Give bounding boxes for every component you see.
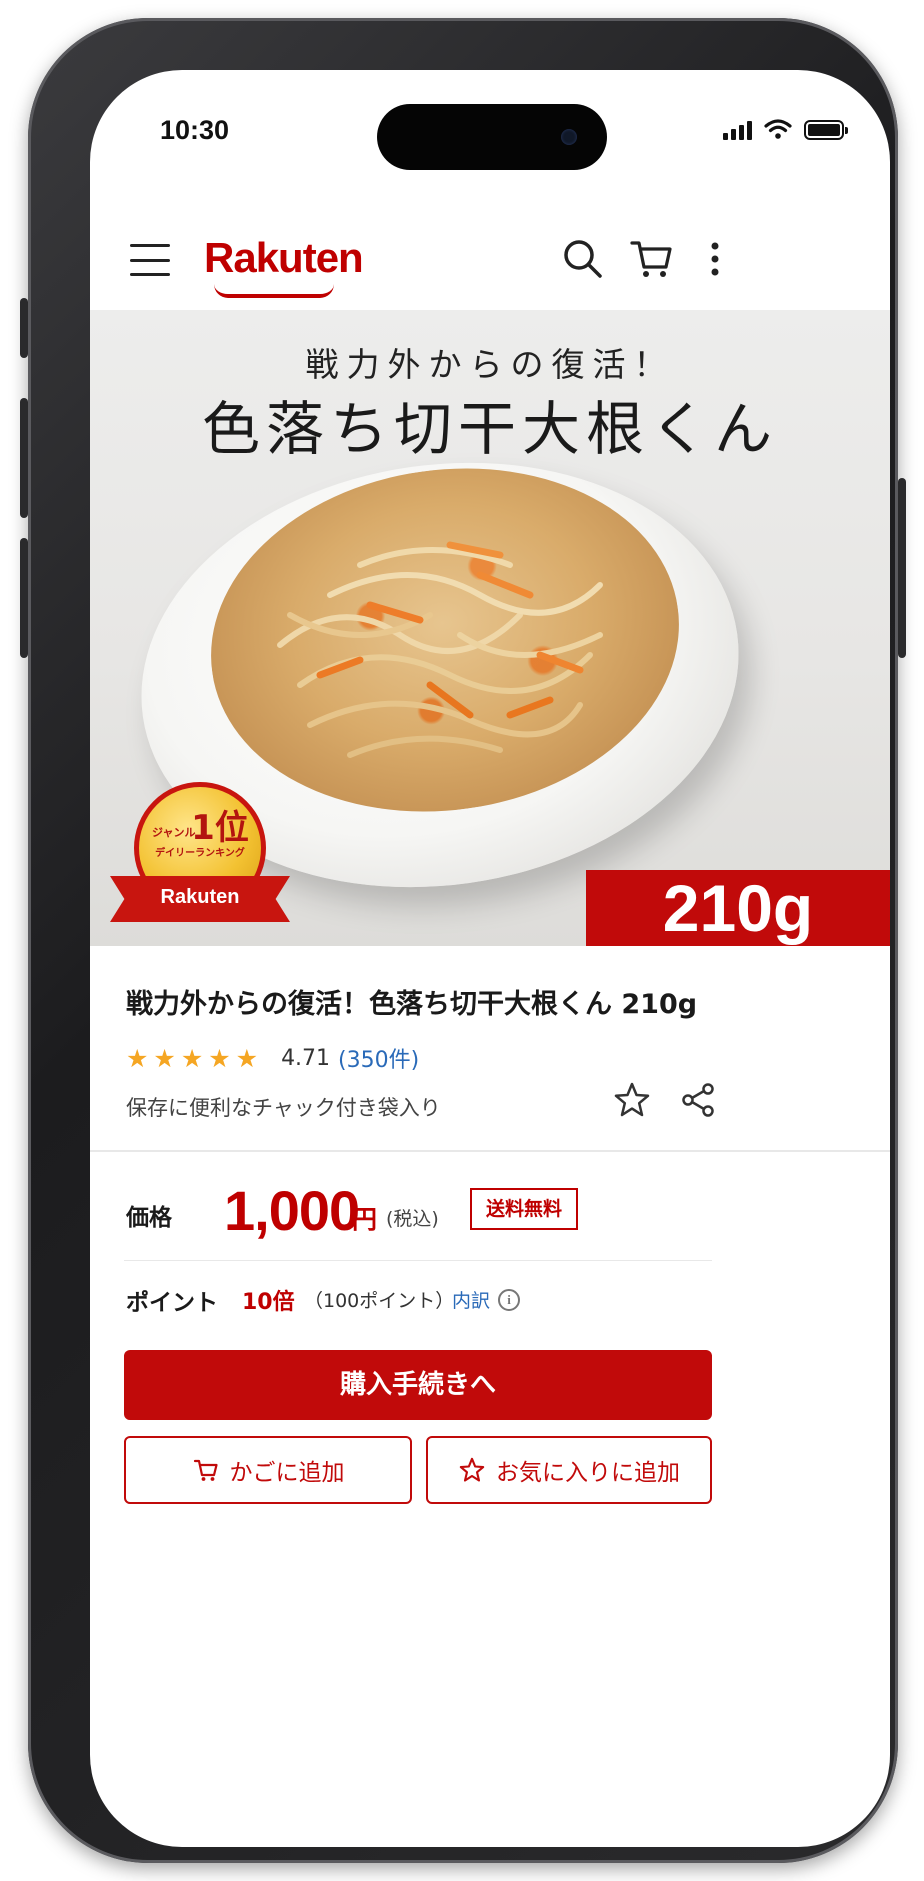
badge-ranking: デイリーランキング [155,848,245,859]
hero-title: 色落ち切干大根くん [201,395,778,463]
add-to-cart-button[interactable]: かごに追加 [124,1436,412,1504]
favorite-star-icon[interactable] [612,1080,652,1120]
cart-icon[interactable] [626,234,676,284]
share-icon[interactable] [678,1080,718,1120]
rakuten-logo[interactable]: Rakuten [204,234,364,282]
badge-rank: 1位 [191,808,249,848]
more-vertical-icon[interactable] [690,234,740,284]
ranking-badge: ジャンル 1位 デイリーランキング Rakuten [110,782,290,942]
review-count-link[interactable]: (350件) [338,1042,419,1074]
price-currency: 円 [352,1205,378,1234]
product-title: 戦力外からの復活！色落ち切干大根くん 210g [126,989,698,1020]
info-icon[interactable]: i [498,1288,521,1311]
star-outline-icon [459,1457,485,1482]
rating-value: 4.71 [281,1045,331,1071]
free-shipping-badge: 送料無料 [470,1188,578,1230]
price-label: 価格 [126,1205,172,1231]
weight-tag: 210g [586,870,890,946]
rating-row: ★★★★★ 4.71 (350件) [126,1042,419,1074]
phone-volume-down [20,538,28,658]
points-detail: （100ポイント） [304,1290,455,1312]
points-multiplier: 10倍 [242,1290,295,1315]
food-strands [277,541,603,758]
search-icon[interactable] [558,234,608,284]
add-to-favorites-label: お気に入りに追加 [496,1460,680,1486]
price-amount: 1,000 [224,1179,360,1242]
add-to-favorites-button[interactable]: お気に入りに追加 [426,1436,712,1504]
hamburger-icon[interactable] [130,244,170,276]
price-divider [124,1260,712,1261]
status-icons [723,118,848,140]
product-hero-image[interactable]: 戦力外からの復活！ 色落ち切干大根くん ジャンル 1位 デイリーランキング Ra… [90,310,890,946]
app-header: Rakuten [90,220,890,310]
wifi-icon [764,119,792,139]
rating-stars: ★★★★★ [126,1043,264,1073]
phone-side-button [20,298,28,358]
product-subtitle: 保存に便利なチャック付き袋入り [126,1096,441,1120]
screen: 10:30 Rakuten 戦力外からの復活！ 色落ち切干大根くん ジャンル 1… [90,70,890,1847]
phone-frame: 10:30 Rakuten 戦力外からの復活！ 色落ち切干大根くん ジャンル 1… [20,18,906,1863]
dynamic-island [377,104,607,170]
badge-logo: Rakuten [160,886,240,908]
phone-power-button [898,478,906,658]
points-breakdown-link[interactable]: 内訳 i [452,1286,521,1313]
status-time: 10:30 [160,115,230,145]
signal-icon [723,121,752,140]
points-label: ポイント [126,1290,218,1316]
add-to-cart-label: かごに追加 [229,1460,345,1486]
front-camera [561,129,577,145]
logo-swoosh [214,284,334,298]
checkout-button[interactable]: 購入手続きへ [124,1350,712,1420]
battery-icon [804,120,848,140]
cart-icon [193,1459,218,1481]
section-divider [90,1150,890,1152]
breakdown-label[interactable]: 内訳 [452,1286,490,1313]
tax-note: (税込) [386,1208,439,1230]
phone-volume-up [20,398,28,518]
hero-subtitle: 戦力外からの復活！ [305,345,675,384]
